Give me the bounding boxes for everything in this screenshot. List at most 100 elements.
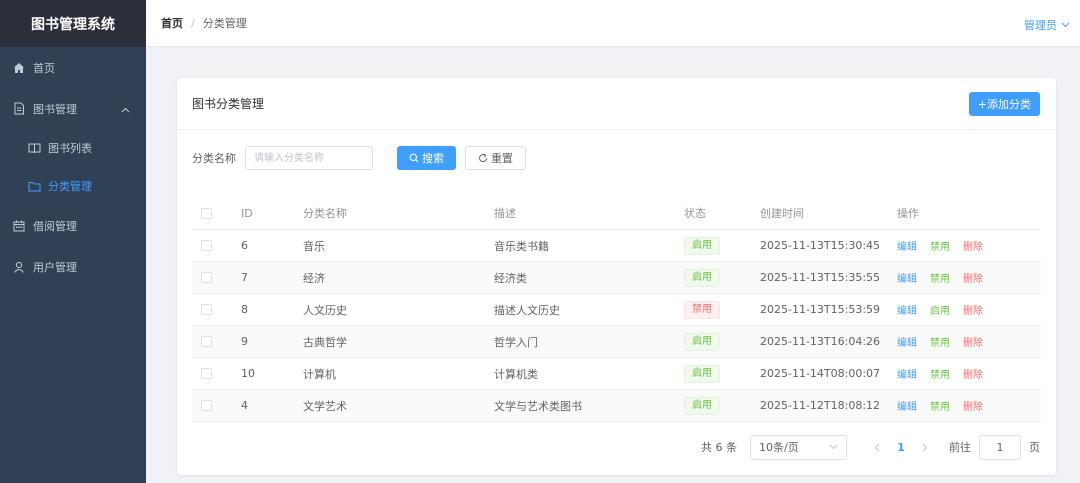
toggle-status-link[interactable]: 禁用 xyxy=(930,270,950,285)
toggle-status-link[interactable]: 启用 xyxy=(930,302,950,317)
toggle-status-link[interactable]: 禁用 xyxy=(930,334,950,349)
cell-name: 经济 xyxy=(303,271,325,285)
sidebar-item-label: 用户管理 xyxy=(33,260,77,274)
folder-icon xyxy=(27,179,41,193)
cell-desc: 音乐类书籍 xyxy=(494,239,549,253)
row-checkbox[interactable] xyxy=(201,400,212,411)
sidebar-item-user-mgmt[interactable]: 用户管理 xyxy=(0,246,146,287)
cell-time: 2025-11-12T18:08:12 xyxy=(760,399,881,412)
pagination: 共 6 条 10条/页 1 前往 1 页 xyxy=(177,434,1040,460)
cell-name: 计算机 xyxy=(303,367,336,381)
cell-desc: 计算机类 xyxy=(494,367,538,381)
home-icon xyxy=(12,61,26,75)
calendar-icon xyxy=(12,219,26,233)
cell-name: 音乐 xyxy=(303,239,325,253)
chevron-down-icon xyxy=(829,444,838,450)
refresh-icon xyxy=(479,153,488,163)
edit-link[interactable]: 编辑 xyxy=(897,366,917,381)
status-badge: 启用 xyxy=(684,268,720,287)
breadcrumb: 首页 / 分类管理 xyxy=(161,15,247,31)
delete-link[interactable]: 删除 xyxy=(963,366,983,381)
delete-link[interactable]: 删除 xyxy=(963,334,983,349)
sidebar-item-book-mgmt[interactable]: 图书管理 xyxy=(0,88,146,129)
column-header: 状态 xyxy=(684,207,706,220)
page-size-value: 10条/页 xyxy=(759,441,799,454)
chevron-right-icon xyxy=(922,443,928,451)
add-category-button[interactable]: +添加分类 xyxy=(968,92,1040,116)
cell-name: 文学艺术 xyxy=(303,399,347,413)
search-icon xyxy=(409,153,419,163)
row-checkbox[interactable] xyxy=(201,240,212,251)
search-form: 分类名称 搜索 重置 xyxy=(192,146,526,170)
category-card: 图书分类管理 +添加分类 分类名称 搜索 重置 ID 分类名称 描述 状态 创建… xyxy=(177,78,1056,475)
user-menu[interactable]: 管理员 xyxy=(1024,17,1070,33)
cell-desc: 描述人文历史 xyxy=(494,303,560,317)
cell-desc: 文学与艺术类图书 xyxy=(494,399,582,413)
top-header: 首页 / 分类管理 管理员 xyxy=(146,0,1080,47)
sidebar-item-label: 借阅管理 xyxy=(33,219,77,233)
category-table: ID 分类名称 描述 状态 创建时间 操作 6 音乐 音乐类书籍 启用 2025… xyxy=(192,197,1041,422)
sidebar-item-book-list[interactable]: 图书列表 xyxy=(0,129,146,167)
breadcrumb-separator: / xyxy=(191,16,195,30)
cell-id: 4 xyxy=(241,399,248,412)
sidebar: 图书管理系统 首页 图书管理 图书列表 分类管理 借阅管理 用户管理 xyxy=(0,0,146,483)
row-checkbox[interactable] xyxy=(201,368,212,379)
delete-link[interactable]: 删除 xyxy=(963,270,983,285)
status-badge: 启用 xyxy=(684,332,720,351)
column-header: ID xyxy=(241,206,253,220)
cell-name: 人文历史 xyxy=(303,303,347,317)
cell-time: 2025-11-13T16:04:26 xyxy=(760,335,881,348)
column-header: 操作 xyxy=(897,207,919,220)
card-header: 图书分类管理 +添加分类 xyxy=(177,78,1056,130)
edit-link[interactable]: 编辑 xyxy=(897,302,917,317)
table-row: 7 经济 经济类 启用 2025-11-13T15:35:55 编辑 禁用 删除 xyxy=(192,262,1041,294)
breadcrumb-home[interactable]: 首页 xyxy=(161,15,183,31)
prev-page-button[interactable] xyxy=(865,443,889,452)
table-row: 6 音乐 音乐类书籍 启用 2025-11-13T15:30:45 编辑 禁用 … xyxy=(192,230,1041,262)
cell-time: 2025-11-14T08:00:07 xyxy=(760,367,881,380)
sidebar-item-label: 图书管理 xyxy=(33,102,77,116)
next-page-button[interactable] xyxy=(913,443,937,452)
sidebar-item-borrow-mgmt[interactable]: 借阅管理 xyxy=(0,205,146,246)
user-name: 管理员 xyxy=(1024,19,1057,32)
reset-button[interactable]: 重置 xyxy=(465,146,526,170)
edit-link[interactable]: 编辑 xyxy=(897,398,917,413)
row-checkbox[interactable] xyxy=(201,272,212,283)
cell-desc: 哲学入门 xyxy=(494,335,538,349)
search-button-label: 搜索 xyxy=(422,152,444,165)
sidebar-item-home[interactable]: 首页 xyxy=(0,47,146,88)
status-badge: 启用 xyxy=(684,364,720,383)
page-suffix: 页 xyxy=(1029,441,1040,454)
cell-id: 8 xyxy=(241,303,248,316)
sidebar-item-label: 分类管理 xyxy=(48,180,92,193)
table-row: 4 文学艺术 文学与艺术类图书 启用 2025-11-12T18:08:12 编… xyxy=(192,390,1041,422)
table-row: 10 计算机 计算机类 启用 2025-11-14T08:00:07 编辑 禁用… xyxy=(192,358,1041,390)
select-all-checkbox[interactable] xyxy=(201,207,212,219)
search-button[interactable]: 搜索 xyxy=(397,146,456,170)
row-checkbox[interactable] xyxy=(201,336,212,347)
delete-link[interactable]: 删除 xyxy=(963,302,983,317)
page-number[interactable]: 1 xyxy=(889,441,913,454)
toggle-status-link[interactable]: 禁用 xyxy=(930,398,950,413)
sidebar-item-category-mgmt[interactable]: 分类管理 xyxy=(0,167,146,205)
status-badge: 启用 xyxy=(684,236,720,255)
sidebar-item-label: 首页 xyxy=(33,61,55,75)
document-icon xyxy=(12,102,26,116)
column-header: 分类名称 xyxy=(303,207,347,220)
edit-link[interactable]: 编辑 xyxy=(897,238,917,253)
chevron-up-icon xyxy=(121,103,130,116)
chevron-down-icon xyxy=(1061,22,1070,28)
toggle-status-link[interactable]: 禁用 xyxy=(930,238,950,253)
goto-page-input[interactable]: 1 xyxy=(979,434,1021,460)
category-name-input[interactable] xyxy=(245,146,373,170)
toggle-status-link[interactable]: 禁用 xyxy=(930,366,950,381)
edit-link[interactable]: 编辑 xyxy=(897,270,917,285)
search-label: 分类名称 xyxy=(192,152,236,165)
delete-link[interactable]: 删除 xyxy=(963,398,983,413)
edit-link[interactable]: 编辑 xyxy=(897,334,917,349)
app-title: 图书管理系统 xyxy=(0,0,146,47)
delete-link[interactable]: 删除 xyxy=(963,238,983,253)
row-checkbox[interactable] xyxy=(201,304,212,315)
table-row: 8 人文历史 描述人文历史 禁用 2025-11-13T15:53:59 编辑 … xyxy=(192,294,1041,326)
page-size-select[interactable]: 10条/页 xyxy=(750,434,847,460)
